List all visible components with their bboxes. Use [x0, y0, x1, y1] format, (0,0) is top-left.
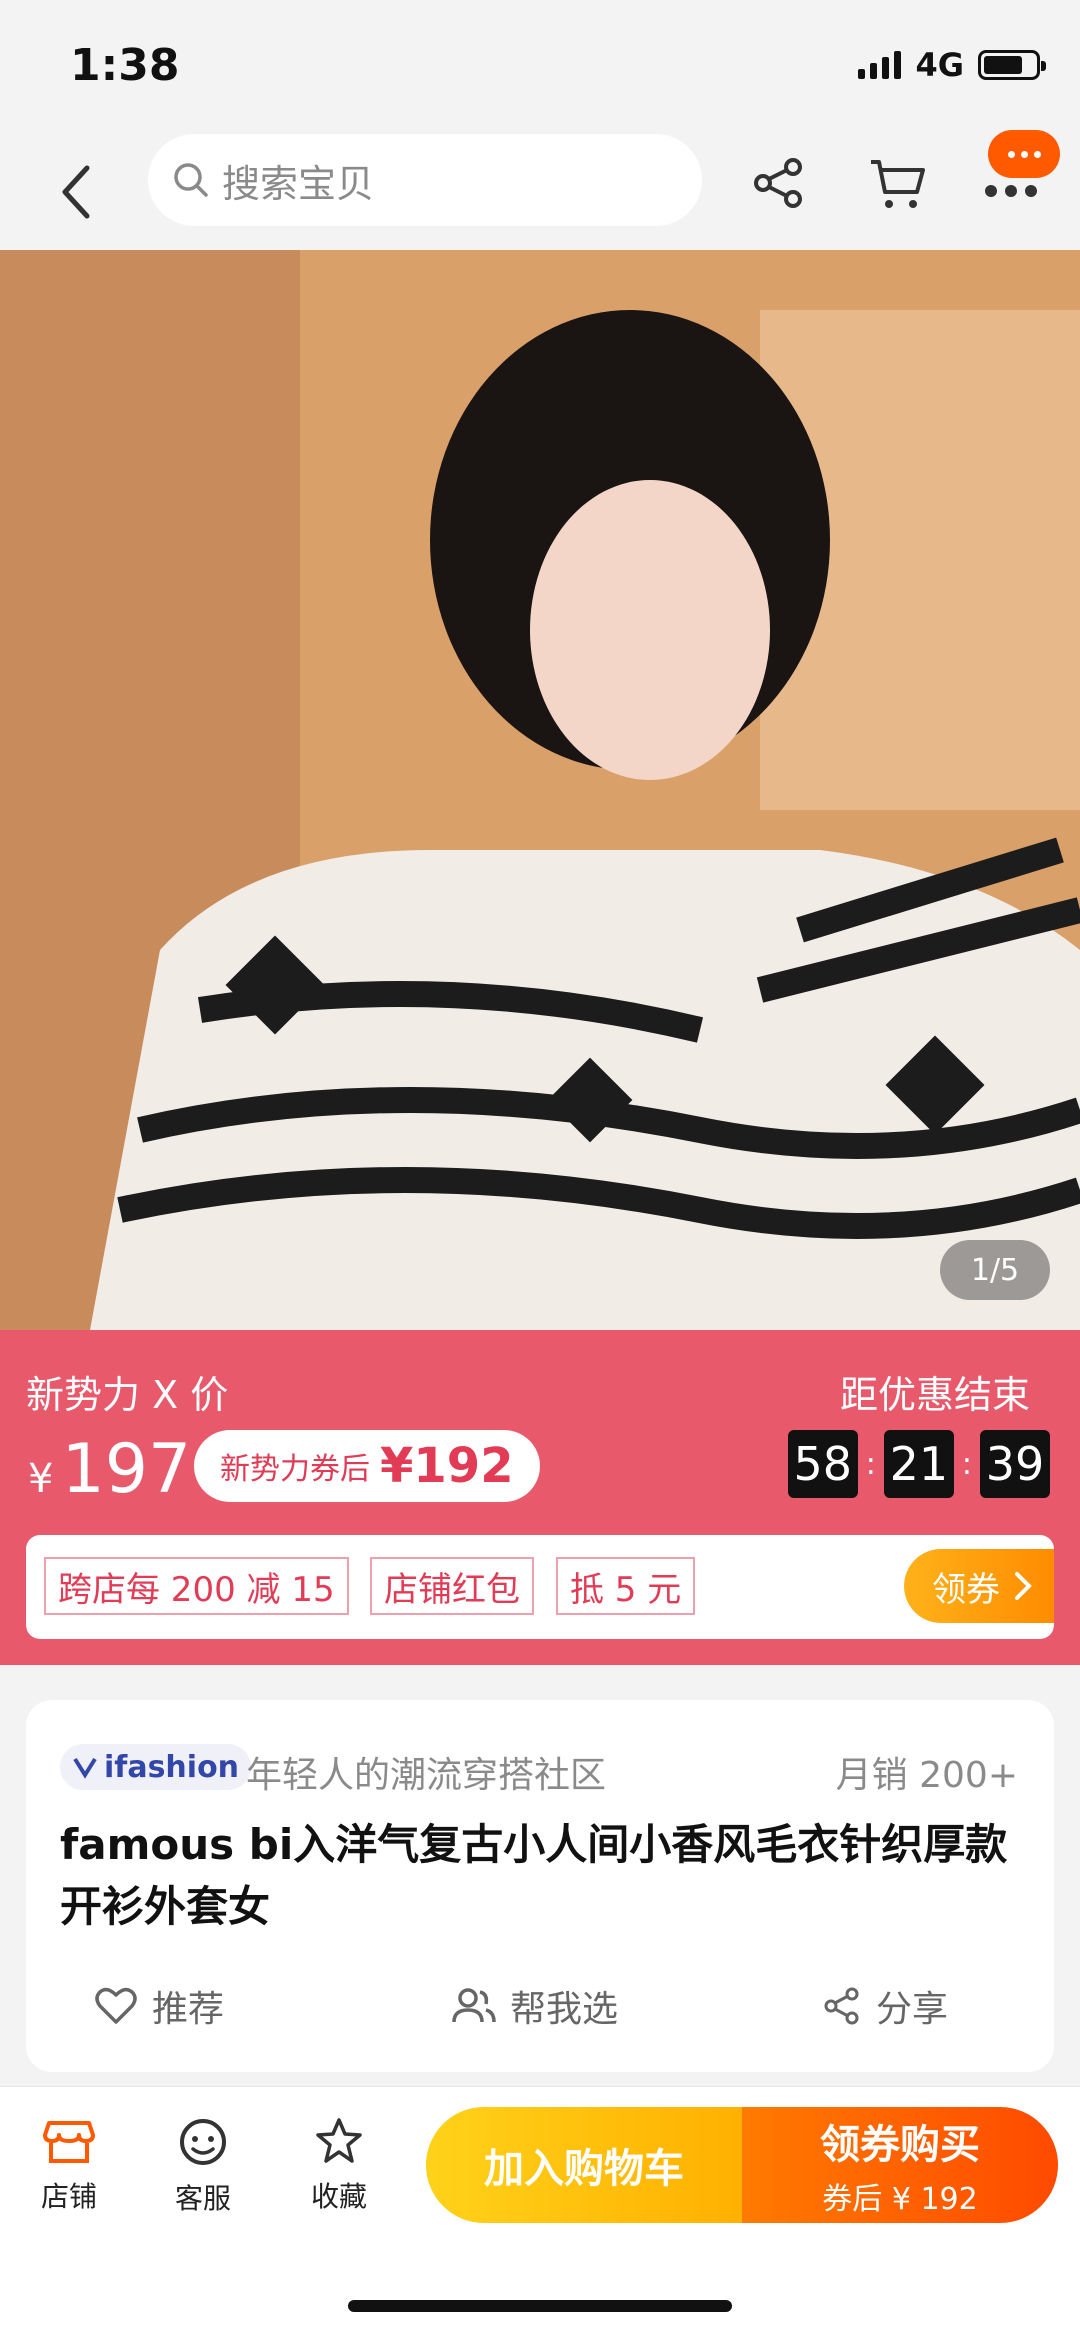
favorite-label: 收藏	[310, 2180, 367, 2213]
back-icon	[62, 165, 90, 219]
product-info-card: ifashion 年轻人的潮流穿搭社区 月销 200+ famous bi入洋气…	[26, 1700, 1054, 2072]
cart-icon	[871, 160, 925, 208]
countdown-timer: 58 : 21 : 39	[787, 1430, 1050, 1498]
network-label: 4G	[915, 46, 964, 84]
cart-button[interactable]	[862, 148, 932, 218]
shop-icon	[43, 2121, 95, 2163]
claim-coupon-label: 领券	[932, 1569, 1000, 1610]
search-input[interactable]: 搜索宝贝	[148, 134, 702, 226]
star-icon	[316, 2118, 362, 2163]
countdown-title: 距优惠结束	[839, 1373, 1030, 1417]
coupon-label: 新势力券后	[220, 1452, 370, 1487]
buy-sub-label: 券后 ¥ 192	[822, 2182, 978, 2217]
product-image[interactable]: 1/5	[0, 250, 1080, 1330]
coupon-strip[interactable]: 跨店每 200 减 15 店铺红包 抵 5 元 领券	[26, 1535, 1054, 1639]
buy-label: 领券购买	[820, 2122, 980, 2168]
price-symbol: ¥	[28, 1456, 54, 1502]
share-icon	[754, 158, 802, 208]
brand-logo-icon	[73, 1757, 97, 1779]
brand-tagline: 年轻人的潮流穿搭社区	[246, 1755, 607, 1796]
customer-service-icon	[180, 2119, 226, 2165]
chevron-right-icon	[1015, 1572, 1032, 1600]
shop-button[interactable]: 店铺	[24, 2117, 114, 2215]
share-icon	[824, 1987, 859, 2025]
back-button[interactable]	[46, 152, 106, 232]
countdown-minutes: 21	[883, 1430, 954, 1498]
status-time: 1:38	[70, 40, 180, 91]
recommend-button[interactable]: 推荐	[94, 1980, 224, 2032]
share-button[interactable]	[744, 148, 814, 218]
shop-label: 店铺	[40, 2180, 97, 2213]
message-bubble-icon[interactable]	[988, 130, 1060, 178]
heart-icon	[95, 1987, 137, 2024]
share-label: 分享	[876, 1989, 949, 2030]
top-nav: 搜索宝贝	[0, 130, 1080, 250]
more-icon	[985, 185, 1037, 197]
status-bar: 1:38 4G	[0, 0, 1080, 130]
add-to-cart-button[interactable]: 加入购物车	[426, 2107, 742, 2223]
promo-title: 新势力 X 价	[26, 1373, 229, 1417]
brand-name: ifashion	[104, 1749, 240, 1785]
coupon-price-pill: 新势力券后 ¥192	[194, 1430, 540, 1502]
customer-service-button[interactable]: 客服	[158, 2117, 248, 2217]
signal-icon	[858, 51, 902, 79]
monthly-sales: 月销 200+	[835, 1755, 1018, 1796]
favorite-button[interactable]: 收藏	[294, 2117, 384, 2215]
countdown-hours: 58	[787, 1430, 858, 1498]
customer-service-label: 客服	[174, 2182, 231, 2215]
share-product-button[interactable]: 分享	[822, 1980, 948, 2032]
search-icon	[174, 163, 208, 197]
home-indicator[interactable]	[348, 2300, 732, 2312]
current-price: ¥ 197	[28, 1430, 191, 1509]
people-icon	[452, 1988, 496, 2023]
battery-icon	[978, 50, 1046, 80]
claim-coupon-button[interactable]: 领券	[904, 1549, 1054, 1623]
cross-store-discount-tag: 跨店每 200 减 15	[44, 1557, 349, 1615]
coupon-price: ¥192	[380, 1438, 514, 1494]
search-placeholder: 搜索宝贝	[222, 161, 375, 206]
help-choose-label: 帮我选	[510, 1989, 619, 2030]
product-photo-placeholder	[0, 250, 1080, 1330]
price-value: 197	[61, 1430, 192, 1509]
shop-redpacket-tag: 店铺红包	[370, 1557, 534, 1615]
help-choose-button[interactable]: 帮我选	[450, 1980, 618, 2032]
countdown-seconds: 39	[980, 1430, 1050, 1498]
status-indicators: 4G	[858, 46, 1046, 84]
buy-with-coupon-button[interactable]: 领券购买 券后 ¥ 192	[742, 2107, 1058, 2223]
product-title: famous bi入洋气复古小人间小香风毛衣针织厚款开衫外套女	[60, 1820, 1008, 1931]
brand-badge[interactable]: ifashion	[60, 1744, 252, 1790]
redpacket-value-tag: 抵 5 元	[556, 1557, 696, 1615]
recommend-label: 推荐	[152, 1989, 225, 2030]
image-counter: 1/5	[940, 1240, 1050, 1300]
